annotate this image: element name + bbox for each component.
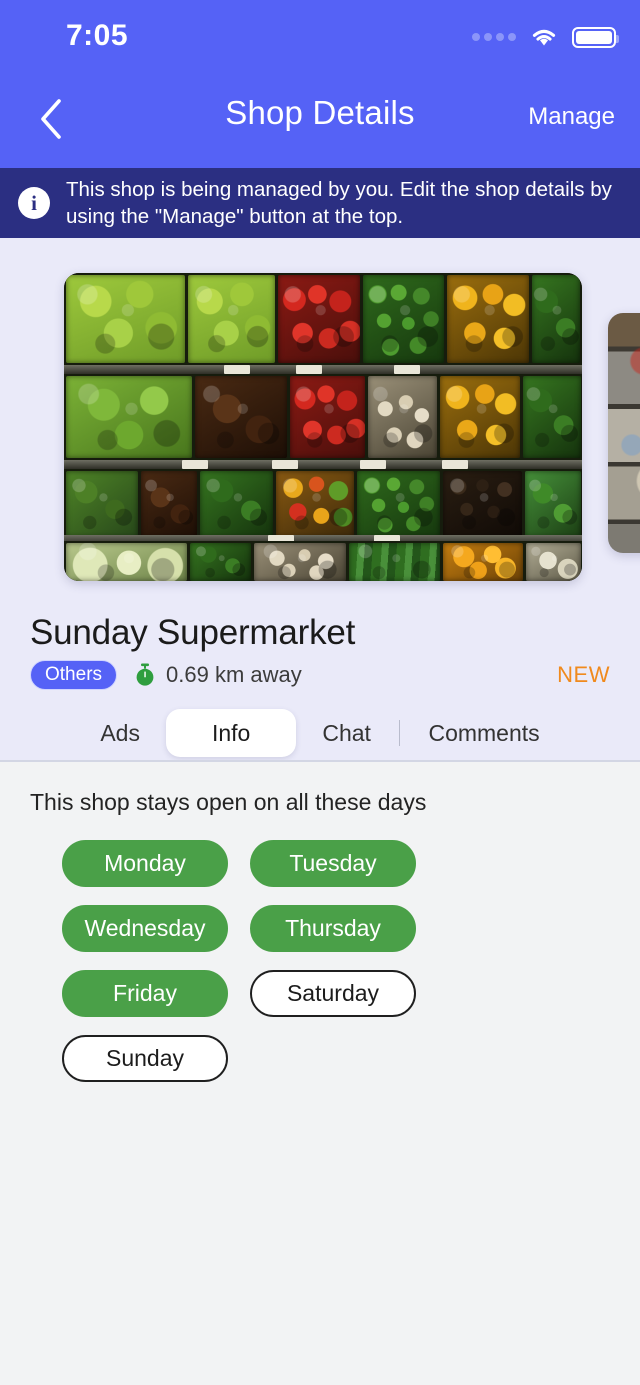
battery-full-icon <box>572 26 619 48</box>
open-days-heading: This shop stays open on all these days <box>30 789 427 815</box>
shop-photo-primary[interactable] <box>64 273 582 581</box>
info-tab-panel: This shop stays open on all these days M… <box>0 762 640 1385</box>
managed-by-you-banner: i This shop is being managed by you. Edi… <box>0 168 640 238</box>
distance-label: 0.69 km away <box>166 662 302 687</box>
day-pill-sunday[interactable]: Sunday <box>62 1035 228 1082</box>
tab-comments[interactable]: Comments <box>402 720 565 747</box>
banner-text: This shop is being managed by you. Edit … <box>66 178 612 228</box>
shop-name: Sunday Supermarket <box>30 613 356 652</box>
day-pill-thursday[interactable]: Thursday <box>250 905 416 952</box>
tab-chat[interactable]: Chat <box>296 720 397 747</box>
day-pill-monday[interactable]: Monday <box>62 840 228 887</box>
category-badge[interactable]: Others <box>30 660 118 690</box>
shop-photo-carousel[interactable] <box>0 273 640 583</box>
shop-meta-row: Others 0.69 km away NEW <box>30 658 610 692</box>
shop-photo-secondary[interactable] <box>608 313 640 553</box>
status-time: 7:05 <box>66 19 129 52</box>
day-pill-friday[interactable]: Friday <box>62 970 228 1017</box>
day-pill-wednesday[interactable]: Wednesday <box>62 905 228 952</box>
shop-summary-section: Sunday Supermarket Others 0.69 km away N… <box>0 238 640 761</box>
open-days-list: Monday Tuesday Wednesday Thursday Friday… <box>62 840 602 1082</box>
info-icon: i <box>18 187 50 219</box>
tab-divider <box>398 720 401 746</box>
status-bar: 7:05 <box>0 0 640 72</box>
day-pill-tuesday[interactable]: Tuesday <box>250 840 416 887</box>
manage-button[interactable]: Manage <box>528 103 615 131</box>
tab-ads[interactable]: Ads <box>74 720 166 747</box>
new-badge: NEW <box>557 662 610 687</box>
signal-dots-icon <box>472 33 516 41</box>
aisle-shelf-photo <box>608 313 640 553</box>
timer-icon <box>136 663 154 686</box>
day-pill-saturday[interactable]: Saturday <box>250 970 416 1017</box>
tab-info[interactable]: Info <box>165 709 297 757</box>
nav-bar: Shop Details Manage <box>0 72 640 168</box>
wifi-icon <box>532 29 556 46</box>
shop-tabs: Ads Info Chat Comments <box>0 708 640 758</box>
shop-details-screen: 7:05 Shop Details Manage i This shop is … <box>0 0 640 1385</box>
status-indicators <box>472 26 619 48</box>
produce-shelf-photo <box>64 273 582 581</box>
